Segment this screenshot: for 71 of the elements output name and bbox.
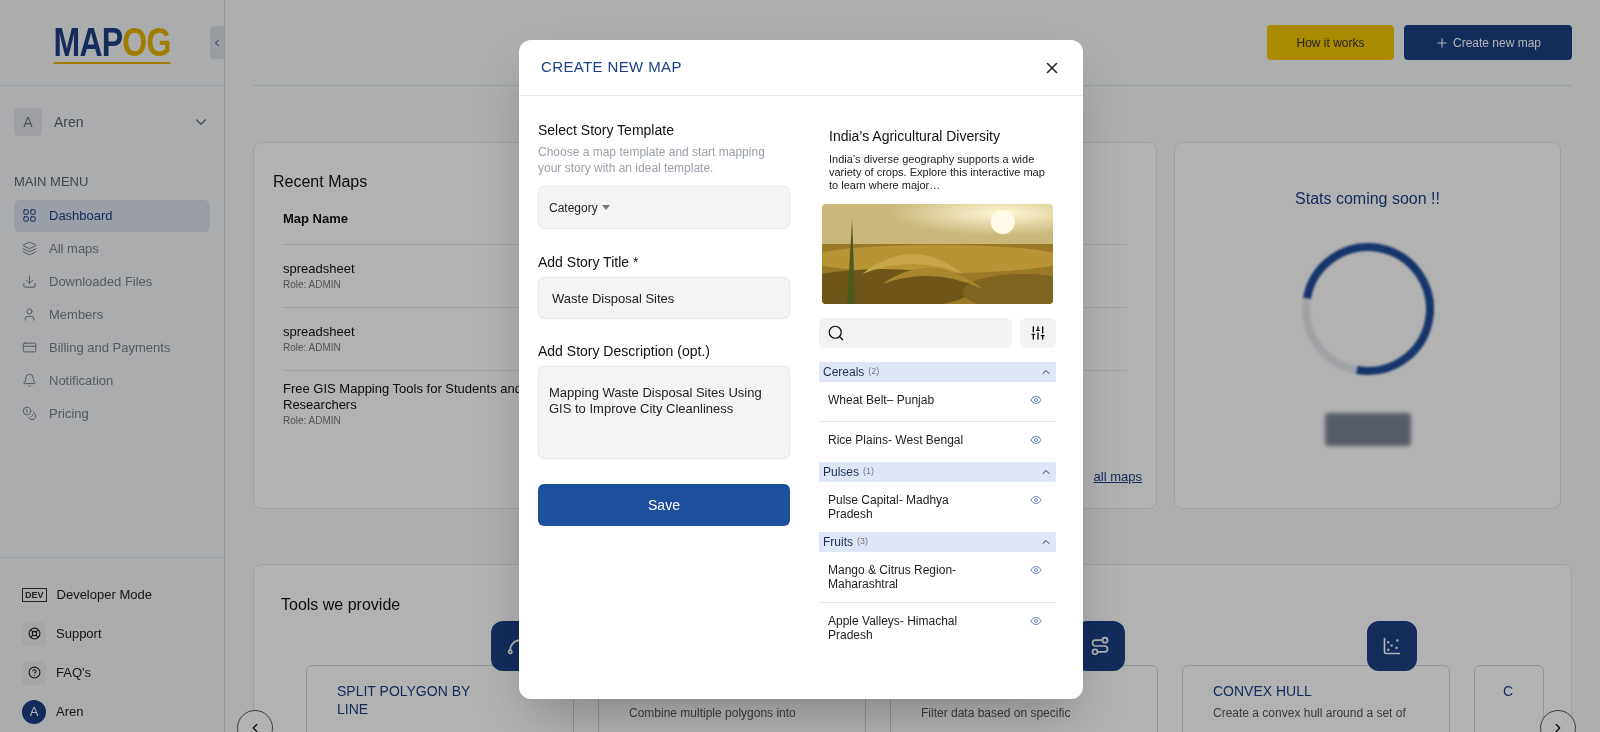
save-button[interactable]: Save	[538, 484, 790, 526]
view-all-link[interactable]: all maps	[1093, 466, 1142, 486]
sidebar-link[interactable]: Support	[22, 619, 202, 648]
eye-icon	[1030, 434, 1042, 446]
template-item[interactable]: Apple Valleys- Himachal Pradesh	[819, 603, 1056, 653]
card-title: Recent Maps	[273, 172, 368, 192]
eye-icon	[1030, 394, 1042, 406]
search-field[interactable]	[819, 318, 1012, 348]
tool-description: Filter data based on specific	[921, 705, 1071, 722]
route-icon	[1090, 636, 1110, 656]
coins-icon	[22, 406, 37, 421]
card-icon	[22, 340, 37, 355]
tool-card[interactable]: C	[1474, 665, 1544, 732]
template-item[interactable]: Wheat Belt– Punjab	[819, 382, 1056, 422]
eye-icon	[1030, 494, 1042, 506]
group-header[interactable]: Fruits (3)	[819, 532, 1056, 552]
search-icon	[827, 324, 845, 342]
map-name: spreadsheet	[283, 260, 356, 277]
stats-title: Stats coming soon !!	[1295, 189, 1440, 209]
tool-title: C	[1503, 682, 1514, 700]
column-header: Map Name	[283, 210, 349, 229]
sidebar-link[interactable]: A Aren	[22, 697, 202, 726]
eye-icon	[1030, 564, 1042, 576]
eye-icon	[1030, 615, 1042, 627]
group-header[interactable]: Cereals (2)	[819, 362, 1056, 382]
tool-card[interactable]: CONVEX HULL Create a convex hull around a set of	[1182, 665, 1450, 732]
map-role: Role: ADMIN	[283, 277, 341, 292]
create-map-button[interactable]: Create new map	[1404, 25, 1572, 60]
template-item[interactable]: Pulse Capital- Madhya Pradesh	[819, 482, 1056, 532]
sidebar-item[interactable]: Dashboard	[14, 199, 210, 232]
section-title: Select Story Template	[538, 121, 674, 140]
title-field[interactable]: Waste Disposal Sites	[538, 277, 790, 319]
map-role: Role: ADMIN	[283, 340, 341, 355]
template-item[interactable]: Mango & Citrus Region- Maharashtral	[819, 552, 1056, 603]
dev-icon: DEV	[22, 587, 47, 602]
section-subtitle: Choose a map template and start mapping your story with an ideal template.	[538, 144, 766, 176]
help-button[interactable]: How it works	[1267, 25, 1394, 60]
tool-title: CONVEX HULL	[1213, 682, 1312, 700]
map-role: Role: ADMIN	[283, 414, 341, 428]
section-title: Tools we provide	[281, 595, 401, 615]
download-icon	[22, 274, 37, 289]
tool-title: SPLIT POLYGON BY LINE	[337, 682, 472, 718]
help-icon	[27, 666, 41, 679]
grid-icon	[22, 208, 37, 223]
bell-icon	[22, 373, 37, 388]
scatter-chart-icon	[1382, 636, 1402, 656]
modal-title: CREATE NEW MAP	[541, 57, 682, 78]
template-title: India’s Agricultural Diversity	[829, 127, 1000, 146]
category-select[interactable]: Category	[538, 186, 790, 229]
sidebar-link[interactable]: FAQ's	[22, 658, 202, 687]
menu-heading: MAIN MENU	[14, 173, 90, 191]
lifebuoy-icon	[27, 627, 41, 640]
group-header[interactable]: Pulses (1)	[819, 462, 1056, 482]
plus-icon	[1434, 35, 1449, 50]
field-label: Add Story Description (opt.)	[538, 342, 710, 361]
sidebar-link[interactable]: DEV Developer Mode	[22, 580, 202, 609]
layers-icon	[22, 241, 37, 256]
avatar: A	[22, 699, 46, 724]
logo: MAPOG	[53, 21, 171, 64]
user-icon	[22, 307, 37, 322]
tool-description: Create a convex hull around a set of	[1213, 705, 1406, 722]
template-item[interactable]: Rice Plains- West Bengal	[819, 422, 1056, 462]
tool-description: Combine multiple polygons into	[629, 705, 796, 722]
account-switcher[interactable]: A Aren	[14, 108, 210, 136]
filter-button[interactable]	[1020, 318, 1056, 348]
map-name: spreadsheet	[283, 323, 356, 340]
sliders-icon	[1030, 325, 1046, 341]
template-description: India’s diverse geography supports a wide variety of crops. Explore this interactive map to learn where major…	[829, 153, 1046, 192]
caret-icon	[601, 205, 610, 210]
field-label: Add Story Title *	[538, 253, 639, 272]
description-field[interactable]: Mapping Waste Disposal Sites Using GIS to Improve City Cleanliness	[538, 366, 790, 459]
